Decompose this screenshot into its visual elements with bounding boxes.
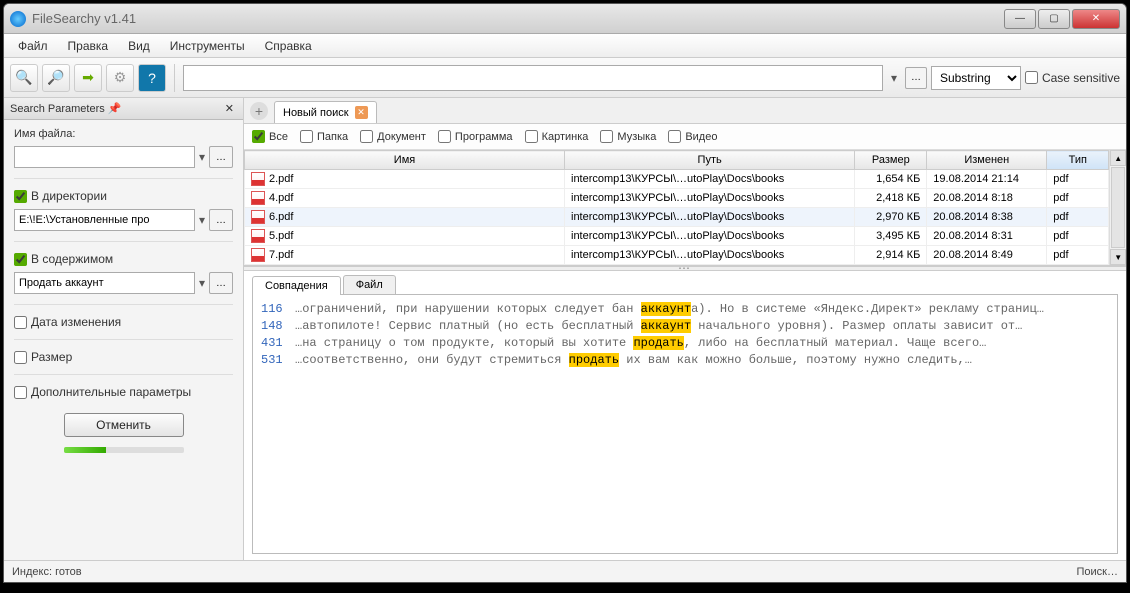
date-checkbox[interactable]: Дата изменения [14, 315, 233, 329]
pdf-icon [251, 210, 265, 224]
filter-document[interactable]: Документ [360, 130, 426, 143]
settings-icon[interactable]: ⚙ [106, 64, 134, 92]
filter-image[interactable]: Картинка [525, 130, 589, 143]
col-path[interactable]: Путь [565, 151, 855, 170]
menu-edit[interactable]: Правка [60, 37, 117, 55]
filter-folder[interactable]: Папка [300, 130, 348, 143]
progress-bar [64, 447, 184, 453]
col-name[interactable]: Имя [245, 151, 565, 170]
maximize-button[interactable]: ▢ [1038, 9, 1070, 29]
main-area: + Новый поиск ✕ Все Папка Документ Прогр… [244, 98, 1126, 560]
results-table[interactable]: Имя Путь Размер Изменен Тип 2.pdfinterco… [244, 150, 1109, 265]
pin-icon[interactable]: 📌 [105, 102, 125, 115]
close-button[interactable]: ✕ [1072, 9, 1120, 29]
status-bar: Индекс: готов Поиск… [4, 560, 1126, 582]
match-line[interactable]: 148…автопилоте! Сервис платный (но есть … [261, 318, 1109, 335]
menu-tools[interactable]: Инструменты [162, 37, 253, 55]
match-line[interactable]: 531…соответственно, они будут стремиться… [261, 352, 1109, 369]
app-icon [10, 11, 26, 27]
panel-header: Search Parameters 📌 ✕ [4, 98, 243, 120]
search-input[interactable] [183, 65, 883, 91]
results-scrollbar[interactable]: ▲▼ [1109, 150, 1126, 265]
tab-close-icon[interactable]: ✕ [355, 106, 368, 119]
table-row[interactable]: 6.pdfintercomp13\КУРСЫ\…utoPlay\Docs\boo… [245, 208, 1109, 227]
results-grid: Имя Путь Размер Изменен Тип 2.pdfinterco… [244, 150, 1126, 266]
table-row[interactable]: 2.pdfintercomp13\КУРСЫ\…utoPlay\Docs\boo… [245, 170, 1109, 189]
match-mode-select[interactable]: Substring [931, 66, 1021, 90]
menu-help[interactable]: Справка [257, 37, 320, 55]
tab-new-search[interactable]: Новый поиск ✕ [274, 101, 377, 123]
preview-tab-file[interactable]: Файл [343, 275, 396, 294]
splitter[interactable] [244, 266, 1126, 271]
tab-bar: + Новый поиск ✕ [244, 98, 1126, 124]
table-row[interactable]: 4.pdfintercomp13\КУРСЫ\…utoPlay\Docs\boo… [245, 189, 1109, 208]
filter-all[interactable]: Все [252, 130, 288, 143]
content-input[interactable] [14, 272, 195, 294]
pdf-icon [251, 248, 265, 262]
search-again-icon[interactable]: 🔎 [42, 64, 70, 92]
title-bar[interactable]: FileSearchy v1.41 — ▢ ✕ [4, 4, 1126, 34]
directory-browse-button[interactable]: … [209, 209, 233, 231]
size-checkbox[interactable]: Размер [14, 350, 233, 364]
in-directory-checkbox[interactable]: В директории [14, 189, 233, 203]
go-icon[interactable]: ➡ [74, 64, 102, 92]
filter-video[interactable]: Видео [668, 130, 717, 143]
menu-view[interactable]: Вид [120, 37, 158, 55]
case-sensitive-checkbox[interactable]: Case sensitive [1025, 71, 1120, 85]
help-icon[interactable]: ? [138, 64, 166, 92]
table-row[interactable]: 7.pdfintercomp13\КУРСЫ\…utoPlay\Docs\boo… [245, 246, 1109, 265]
filter-bar: Все Папка Документ Программа Картинка Му… [244, 124, 1126, 150]
search-more-button[interactable]: … [905, 67, 927, 89]
cancel-button[interactable]: Отменить [64, 413, 184, 437]
col-size[interactable]: Размер [855, 151, 927, 170]
filter-music[interactable]: Музыка [600, 130, 656, 143]
pdf-icon [251, 172, 265, 186]
panel-close-icon[interactable]: ✕ [222, 102, 237, 115]
content-more-button[interactable]: … [209, 272, 233, 294]
status-right: Поиск… [1077, 566, 1118, 578]
in-content-checkbox[interactable]: В содержимом [14, 252, 233, 266]
match-line[interactable]: 116…ограничений, при нарушении которых с… [261, 301, 1109, 318]
window-title: FileSearchy v1.41 [32, 11, 1004, 26]
preview-body[interactable]: 116…ограничений, при нарушении которых с… [252, 295, 1118, 554]
menu-file[interactable]: Файл [10, 37, 56, 55]
preview-tab-matches[interactable]: Совпадения [252, 276, 341, 295]
sidebar: Search Parameters 📌 ✕ Имя файла: ▾ … В д… [4, 98, 244, 560]
col-type[interactable]: Тип [1047, 151, 1109, 170]
table-row[interactable]: 5.pdfintercomp13\КУРСЫ\…utoPlay\Docs\boo… [245, 227, 1109, 246]
panel-title: Search Parameters [10, 103, 105, 115]
pdf-icon [251, 229, 265, 243]
pdf-icon [251, 191, 265, 205]
preview-panel: Совпадения Файл 116…ограничений, при нар… [244, 271, 1126, 560]
extra-checkbox[interactable]: Дополнительные параметры [14, 385, 233, 399]
match-line[interactable]: 431…на страницу о том продукте, который … [261, 335, 1109, 352]
toolbar: 🔍 🔎 ➡ ⚙ ? ▾ … Substring Case sensitive [4, 58, 1126, 98]
new-tab-button[interactable]: + [250, 102, 268, 120]
new-search-icon[interactable]: 🔍 [10, 64, 38, 92]
filename-input[interactable] [14, 146, 195, 168]
status-left: Индекс: готов [12, 566, 82, 578]
filename-label: Имя файла: [14, 128, 233, 140]
col-modified[interactable]: Изменен [927, 151, 1047, 170]
filter-program[interactable]: Программа [438, 130, 513, 143]
app-window: FileSearchy v1.41 — ▢ ✕ Файл Правка Вид … [3, 3, 1127, 583]
minimize-button[interactable]: — [1004, 9, 1036, 29]
directory-input[interactable] [14, 209, 195, 231]
filename-more-button[interactable]: … [209, 146, 233, 168]
menu-bar: Файл Правка Вид Инструменты Справка [4, 34, 1126, 58]
